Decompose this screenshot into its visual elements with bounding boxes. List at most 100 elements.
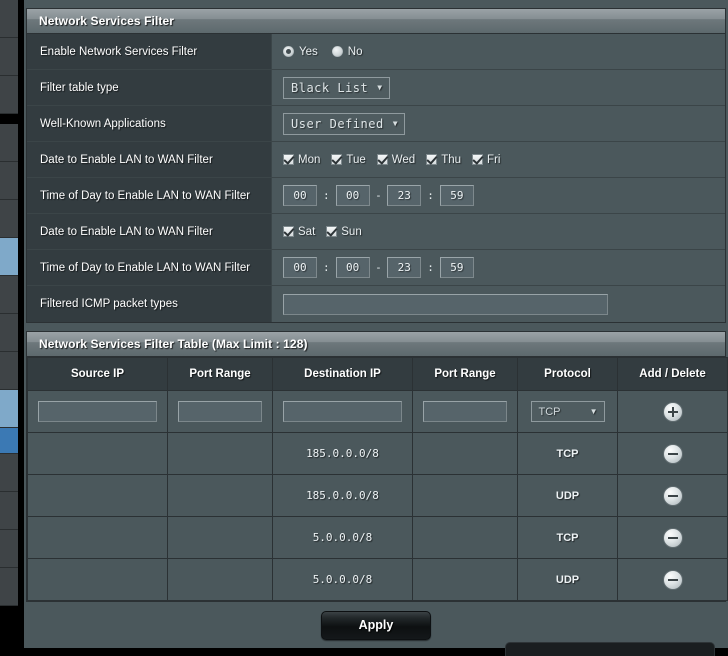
- row-action-cell: [617, 474, 728, 517]
- minus-circle-icon[interactable]: [662, 443, 683, 464]
- select-entry-protocol[interactable]: TCP ▼: [530, 401, 605, 422]
- checkbox-sat[interactable]: Sat: [283, 226, 315, 238]
- row-source-port: [167, 516, 273, 559]
- column-header-source-port-range: Port Range: [167, 357, 273, 391]
- select-well-known-applications[interactable]: User Defined ▼: [283, 112, 406, 135]
- sidebar-item-11[interactable]: [0, 390, 18, 428]
- weekend-start-minute-input[interactable]: 00: [335, 257, 370, 278]
- label-date-enable-weekend: Date to Enable LAN to WAN Filter: [27, 214, 272, 249]
- top-spacer: [24, 0, 728, 8]
- time-separator: :: [323, 189, 330, 202]
- table-header-row: Source IP Port Range Destination IP Port…: [27, 357, 728, 391]
- sidebar-item-13[interactable]: [0, 454, 18, 492]
- checkbox-mon-icon[interactable]: [283, 154, 294, 165]
- checkbox-mon-label: Mon: [298, 153, 321, 166]
- sidebar-item-6[interactable]: [0, 200, 18, 238]
- select-well-known-applications-value: User Defined: [291, 116, 384, 131]
- weekday-end-hour-input[interactable]: 23: [387, 185, 422, 206]
- sidebar-item-0[interactable]: [0, 0, 18, 38]
- panel-title-network-services-filter: Network Services Filter: [27, 9, 725, 34]
- value-enable-network-services-filter: Yes No: [272, 34, 725, 69]
- row-dest-ip: 5.0.0.0/8: [272, 558, 413, 601]
- weekend-start-hour-input[interactable]: 00: [283, 257, 317, 278]
- checkbox-tue-icon[interactable]: [331, 154, 343, 165]
- sidebar-item-12[interactable]: [0, 428, 18, 454]
- checkbox-sun[interactable]: Sun: [326, 226, 362, 238]
- minus-circle-icon[interactable]: [662, 485, 683, 506]
- select-filter-table-type[interactable]: Black List ▼: [283, 76, 390, 99]
- entry-source-port-input[interactable]: [178, 401, 262, 422]
- entry-source-port-cell: [167, 390, 273, 433]
- sidebar-item-2[interactable]: [0, 76, 18, 114]
- entry-dest-ip-input[interactable]: [283, 401, 402, 422]
- value-filtered-icmp-packet-types: [272, 286, 725, 322]
- panel-gap: [24, 323, 728, 331]
- column-header-destination-ip: Destination IP: [272, 357, 413, 391]
- radio-no-icon[interactable]: [331, 46, 343, 57]
- row-protocol: TCP: [517, 432, 618, 475]
- row-source-ip: [27, 474, 168, 517]
- checkbox-fri[interactable]: Fri: [472, 154, 500, 166]
- panel-title-network-services-filter-table: Network Services Filter Table (Max Limit…: [27, 332, 725, 357]
- radio-enable-no[interactable]: No: [331, 46, 362, 58]
- table-row: 5.0.0.0/8 TCP: [27, 516, 728, 559]
- row-filtered-icmp-packet-types: Filtered ICMP packet types: [27, 286, 725, 322]
- sidebar-item-14[interactable]: [0, 492, 18, 530]
- radio-yes-icon[interactable]: [283, 46, 294, 57]
- checkbox-mon[interactable]: Mon: [283, 154, 320, 166]
- checkbox-wed-icon[interactable]: [376, 154, 388, 165]
- checkbox-wed-label: Wed: [391, 153, 416, 166]
- checkbox-fri-label: Fri: [487, 153, 501, 166]
- minus-circle-icon[interactable]: [662, 569, 683, 590]
- row-action-cell: [617, 516, 728, 559]
- checkbox-sun-icon[interactable]: [326, 226, 338, 237]
- sidebar-item-5[interactable]: [0, 162, 18, 200]
- sidebar-item-10[interactable]: [0, 352, 18, 390]
- apply-button[interactable]: Apply: [321, 610, 431, 640]
- row-source-port: [167, 474, 273, 517]
- time-range-weekdays: 00 : 00 - 23 : 59: [283, 185, 474, 206]
- sidebar-item-8[interactable]: [0, 276, 18, 314]
- table-row: 185.0.0.0/8 UDP: [27, 474, 728, 517]
- weekend-end-minute-input[interactable]: 59: [439, 257, 474, 278]
- sidebar-item-4[interactable]: [0, 124, 18, 162]
- checkbox-thu[interactable]: Thu: [426, 154, 461, 166]
- entry-dest-port-cell: [412, 390, 518, 433]
- checkbox-sat-icon[interactable]: [283, 226, 294, 237]
- time-separator: :: [427, 189, 434, 202]
- weekday-end-minute-input[interactable]: 59: [439, 185, 474, 206]
- column-header-protocol: Protocol: [517, 357, 618, 391]
- weekday-start-hour-input[interactable]: 00: [283, 185, 317, 206]
- filtered-icmp-input[interactable]: [283, 293, 608, 315]
- row-source-ip: [27, 432, 168, 475]
- settings-page: Network Services Filter Enable Network S…: [24, 0, 728, 648]
- minus-circle-icon[interactable]: [662, 527, 683, 548]
- sidebar-item-16[interactable]: [0, 568, 18, 606]
- value-time-of-day-weekdays: 00 : 00 - 23 : 59: [272, 178, 725, 213]
- row-time-of-day-weekend: Time of Day to Enable LAN to WAN Filter …: [27, 250, 725, 286]
- checkbox-wed[interactable]: Wed: [376, 153, 416, 166]
- row-action-cell: [617, 558, 728, 601]
- checkbox-thu-icon[interactable]: [426, 154, 438, 165]
- entry-source-ip-input[interactable]: [38, 401, 157, 422]
- entry-dest-port-input[interactable]: [423, 401, 507, 422]
- row-dest-ip: 185.0.0.0/8: [272, 432, 413, 475]
- select-filter-table-type-value: Black List: [291, 80, 369, 95]
- sidebar-item-15[interactable]: [0, 530, 18, 568]
- network-services-filter-table: Source IP Port Range Destination IP Port…: [27, 357, 728, 601]
- checkbox-fri-icon[interactable]: [472, 154, 484, 165]
- column-header-source-ip: Source IP: [27, 357, 168, 391]
- weekday-start-minute-input[interactable]: 00: [335, 185, 370, 206]
- sidebar-item-9[interactable]: [0, 314, 18, 352]
- value-filter-table-type: Black List ▼: [272, 70, 725, 105]
- radio-enable-yes[interactable]: Yes: [283, 46, 318, 58]
- plus-circle-icon[interactable]: [662, 401, 683, 422]
- row-source-ip: [27, 516, 168, 559]
- sidebar-item-7[interactable]: [0, 238, 18, 276]
- checkbox-tue[interactable]: Tue: [331, 154, 366, 166]
- row-time-of-day-weekdays: Time of Day to Enable LAN to WAN Filter …: [27, 178, 725, 214]
- label-well-known-applications: Well-Known Applications: [27, 106, 272, 141]
- weekend-end-hour-input[interactable]: 23: [387, 257, 422, 278]
- sidebar-item-1[interactable]: [0, 38, 18, 76]
- label-time-of-day-weekend: Time of Day to Enable LAN to WAN Filter: [27, 250, 272, 285]
